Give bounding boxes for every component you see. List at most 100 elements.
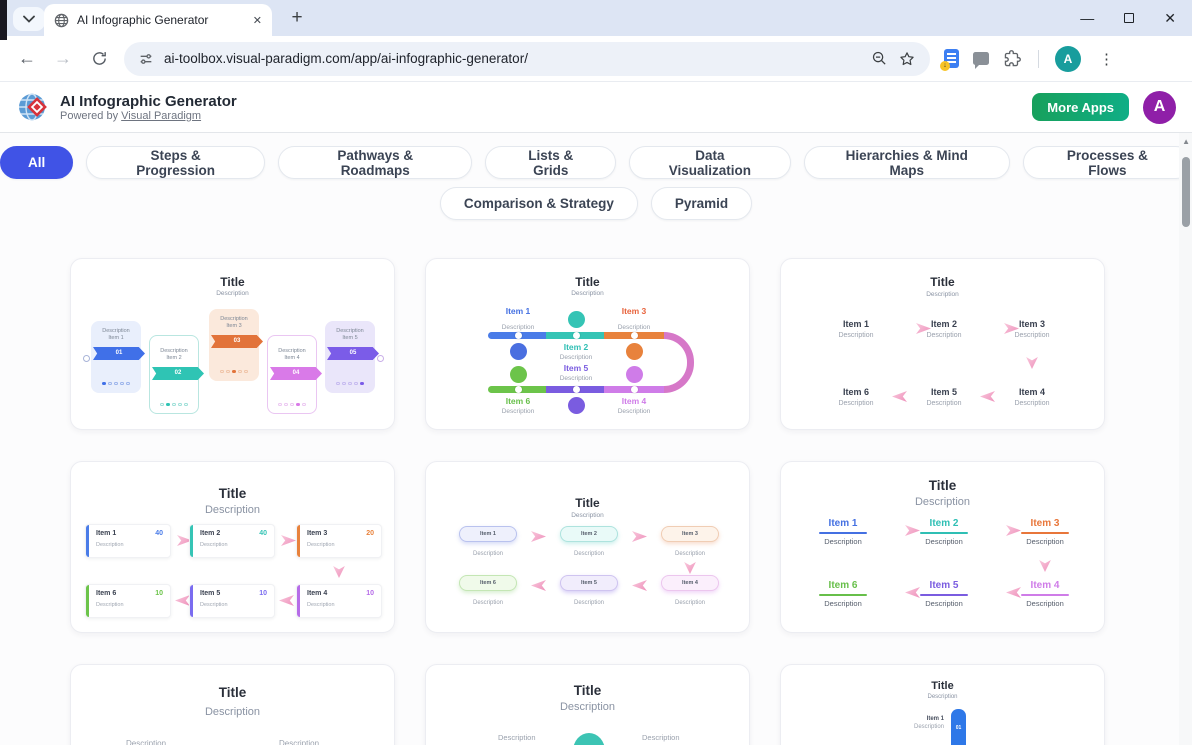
filter-chip-pyramid[interactable]: Pyramid	[651, 187, 752, 220]
page-title: AI Infographic Generator	[60, 93, 237, 110]
browser-profile-avatar[interactable]: A	[1055, 46, 1081, 72]
window-edge	[0, 0, 7, 40]
arrow-left-icon	[531, 579, 546, 592]
template-grid: Title Description DescriptionItem 1 01 D…	[70, 258, 1105, 745]
template-card-partial-3[interactable]: Title Description Item 1 Description 01	[780, 664, 1105, 745]
filter-row-2: Comparison & Strategy Pyramid	[440, 187, 752, 220]
template-card-partial-1[interactable]: Title Description Description Descriptio…	[70, 664, 395, 745]
step-number-ribbon: 05	[327, 347, 379, 360]
arrow-down-icon	[1038, 560, 1052, 572]
filter-chip-processes-flows[interactable]: Processes & Flows	[1023, 146, 1192, 179]
timeline-item-label: Item 4	[606, 396, 662, 406]
value-card: Item 3Description20	[296, 524, 382, 558]
timeline-node	[626, 366, 643, 383]
new-tab-button[interactable]: +	[284, 5, 310, 31]
template-card-underline-list[interactable]: Title Description Item 1Description Item…	[780, 461, 1105, 633]
step-dots	[268, 403, 316, 407]
connector-ring	[377, 355, 384, 362]
comment-extension-icon[interactable]	[973, 52, 989, 65]
card-title: Title	[71, 685, 394, 700]
card-title: Title	[71, 275, 394, 289]
filter-chip-data-visualization[interactable]: Data Visualization	[629, 146, 791, 179]
arrow-right-icon	[281, 534, 296, 547]
card-description: Description	[71, 706, 394, 718]
reload-icon[interactable]	[82, 42, 116, 76]
docs-offline-extension-icon[interactable]: ↓	[944, 49, 959, 68]
filter-chip-pathways-roadmaps[interactable]: Pathways & Roadmaps	[278, 146, 472, 179]
card-description: Description	[426, 290, 749, 297]
template-card-uturn-timeline[interactable]: Title Description Item 1 Description Ite…	[425, 258, 750, 430]
step-desc: DescriptionItem 2	[150, 336, 198, 362]
card-title: Title	[781, 478, 1104, 493]
browser-tab-strip: AI Infographic Generator ✕ + — ✕	[0, 0, 1192, 36]
download-badge-icon: ↓	[940, 61, 950, 71]
list-item: Item 6Description	[821, 387, 891, 407]
timeline-node	[568, 311, 585, 328]
value-card: Item 5Description10	[189, 584, 275, 618]
arrow-down-icon	[1025, 357, 1039, 369]
timeline-node	[573, 733, 605, 745]
step-box-3: DescriptionItem 3 03	[209, 309, 259, 381]
filter-chip-lists-grids[interactable]: Lists & Grids	[485, 146, 616, 179]
connector-ring	[83, 355, 90, 362]
card-description: Description	[781, 694, 1104, 700]
scrollbar-thumb[interactable]	[1182, 157, 1190, 227]
template-card-value-cards[interactable]: Title Description Item 1Description40 It…	[70, 461, 395, 633]
forward-icon[interactable]: →	[46, 42, 80, 76]
chevron-down-icon	[23, 15, 35, 23]
template-card-partial-2[interactable]: Title Description Description Descriptio…	[425, 664, 750, 745]
pill-item: Item 5Description	[560, 575, 618, 606]
list-item: Item 2Description	[909, 319, 979, 339]
template-card-zigzag-steps[interactable]: Title Description DescriptionItem 1 01 D…	[70, 258, 395, 430]
timeline-node	[626, 343, 643, 360]
bookmark-star-icon[interactable]	[898, 50, 916, 68]
url-bar[interactable]: ai-toolbox.visual-paradigm.com/app/ai-in…	[124, 42, 930, 76]
zoom-out-icon[interactable]	[871, 50, 888, 67]
browser-menu-icon[interactable]: ⋮	[1095, 50, 1118, 68]
timeline-item-desc: Description	[548, 354, 604, 361]
card-description: Description	[71, 504, 394, 516]
url-text[interactable]: ai-toolbox.visual-paradigm.com/app/ai-in…	[164, 51, 861, 66]
step-number-ribbon: 03	[211, 335, 263, 348]
back-icon[interactable]: ←	[10, 42, 44, 76]
arrow-down-icon	[683, 562, 697, 574]
timeline-item-desc: Description	[490, 324, 546, 331]
user-avatar[interactable]: A	[1143, 91, 1176, 124]
list-item: Item 2Description	[910, 518, 978, 546]
list-item: Item 5Description	[909, 387, 979, 407]
tab-close-icon[interactable]: ✕	[253, 14, 262, 27]
powered-by-prefix: Powered by	[60, 110, 121, 122]
step-desc: DescriptionItem 5	[325, 321, 375, 342]
filter-chip-steps-progression[interactable]: Steps & Progression	[86, 146, 265, 179]
more-apps-button[interactable]: More Apps	[1032, 93, 1129, 121]
scrollbar[interactable]: ▲	[1179, 133, 1192, 745]
scrollbar-up-icon[interactable]: ▲	[1182, 137, 1190, 146]
list-item: Item 6Description	[809, 580, 877, 608]
pill-item: Item 6Description	[459, 575, 517, 606]
step-desc: DescriptionItem 1	[91, 321, 141, 342]
pill-item: Item 2Description	[560, 526, 618, 557]
card-description: Description	[781, 291, 1104, 298]
partial-label: Description	[642, 733, 680, 742]
timeline-item-desc: Description	[548, 375, 604, 382]
main-content: ▲ All Steps & Progression Pathways & Roa…	[0, 133, 1192, 745]
extension-icons: ↓ A ⋮	[944, 46, 1118, 72]
window-maximize-icon[interactable]	[1124, 13, 1134, 23]
filter-chip-hierarchies-mindmaps[interactable]: Hierarchies & Mind Maps	[804, 146, 1010, 179]
window-minimize-icon[interactable]: —	[1080, 13, 1094, 23]
filter-chip-all[interactable]: All	[0, 146, 73, 179]
template-card-snake-list[interactable]: Title Description Item 1Description Item…	[780, 258, 1105, 430]
visual-paradigm-link[interactable]: Visual Paradigm	[121, 110, 201, 122]
tab-search-button[interactable]	[13, 7, 45, 31]
pill-item: Item 3Description	[661, 526, 719, 557]
template-card-pill-list[interactable]: Title Description Item 1Description Item…	[425, 461, 750, 633]
browser-tab[interactable]: AI Infographic Generator ✕	[44, 4, 272, 36]
list-item: Item 3Description	[1011, 518, 1079, 546]
card-title: Title	[781, 275, 1104, 289]
extensions-puzzle-icon[interactable]	[1003, 49, 1022, 68]
app-header: AI Infographic Generator Powered by Visu…	[0, 82, 1192, 133]
filter-chip-comparison-strategy[interactable]: Comparison & Strategy	[440, 187, 638, 220]
window-close-icon[interactable]: ✕	[1164, 10, 1176, 27]
timeline-item-label: Item 3	[606, 306, 662, 316]
arrow-left-icon	[892, 390, 907, 403]
